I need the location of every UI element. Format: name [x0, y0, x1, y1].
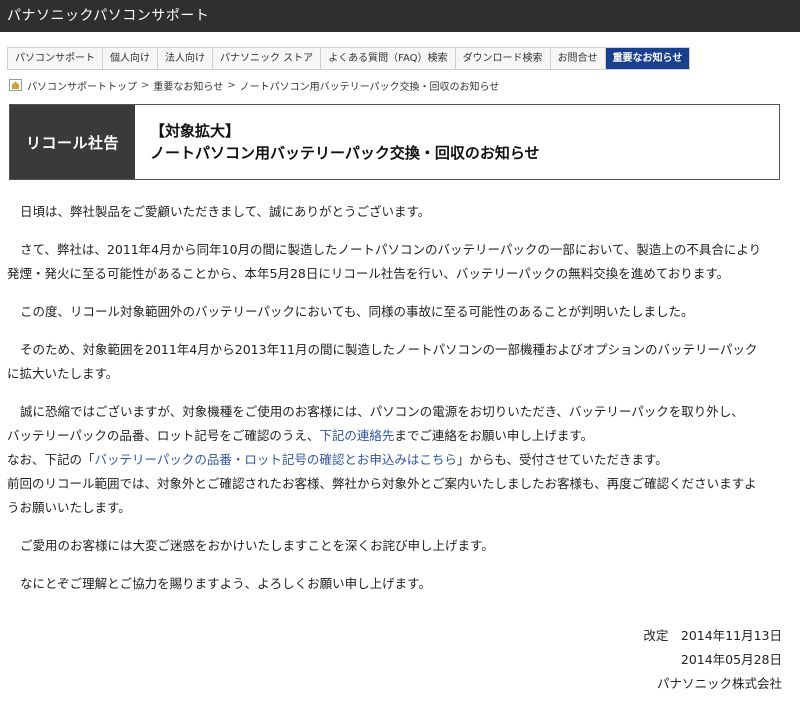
paragraph-greeting: 日頃は、弊社製品をご愛顧いただきまして、誠にありがとうございます。 [20, 204, 431, 219]
nav-item-pc-support[interactable]: パソコンサポート [8, 48, 103, 69]
breadcrumb-separator: > [227, 79, 236, 91]
paragraph-background: さて、弊社は、2011年4月から同年10月の間に製造したノートパソコンのバッテリ… [7, 242, 762, 281]
nav-item-contact[interactable]: お問合せ [551, 48, 606, 69]
home-icon [9, 79, 22, 91]
nav-item-important-notice[interactable]: 重要なお知らせ [605, 48, 690, 69]
paragraph-scope: そのため、対象範囲を2011年4月から2013年11月の間に製造したノートパソコ… [7, 342, 758, 381]
breadcrumb-separator: > [141, 79, 150, 91]
nav-item-business[interactable]: 法人向け [158, 48, 213, 69]
breadcrumb-item-support-top[interactable]: パソコンサポートトップ [27, 78, 137, 93]
site-header: パナソニックパソコンサポート [0, 0, 800, 32]
revised-date: 改定 2014年11月13日 [643, 628, 782, 643]
site-title: パナソニックパソコンサポート [7, 8, 210, 24]
nav-item-faq-search[interactable]: よくある質問（FAQ）検索 [321, 48, 456, 69]
nav-item-download-search[interactable]: ダウンロード検索 [456, 48, 551, 69]
nav-item-personal[interactable]: 個人向け [103, 48, 158, 69]
banner-title-tag: 【対象拡大】 [150, 122, 241, 140]
global-nav: パソコンサポート 個人向け 法人向け パナソニック ストア よくある質問（FAQ… [7, 47, 691, 70]
paragraph-request: 誠に恐縮ではございますが、対象機種をご使用のお客様には、パソコンの電源をお切りい… [7, 404, 757, 515]
recall-label: リコール社告 [10, 105, 135, 179]
signature-block: 改定 2014年11月13日 2014年05月28日 パナソニック株式会社 [643, 624, 782, 696]
paragraph-finding: この度、リコール対象範囲外のバッテリーパックにおいても、同様の事故に至る可能性の… [20, 304, 694, 319]
notice-body: 日頃は、弊社製品をご愛顧いただきまして、誠にありがとうございます。 さて、弊社は… [7, 200, 793, 596]
page-title: ノートパソコン用バッテリーパック交換・回収のお知らせ [150, 144, 540, 162]
breadcrumb-item-current: ノートパソコン用バッテリーパック交換・回収のお知らせ [239, 81, 500, 93]
company-name: パナソニック株式会社 [656, 676, 782, 691]
publish-date: 2014年05月28日 [680, 652, 782, 667]
banner-title-block: 【対象拡大】 ノートパソコン用バッテリーパック交換・回収のお知らせ [135, 105, 540, 179]
recall-banner: リコール社告 【対象拡大】 ノートパソコン用バッテリーパック交換・回収のお知らせ [9, 104, 780, 180]
contact-link[interactable]: 下記の連絡先 [319, 428, 394, 443]
paragraph-closing: なにとぞご理解とご協力を賜りますよう、よろしくお願い申し上げます。 [20, 576, 431, 591]
nav-item-store[interactable]: パナソニック ストア [213, 48, 322, 69]
paragraph-apology: ご愛用のお客様には大変ご迷惑をおかけいたしますことを深くお詫び申し上げます。 [20, 538, 494, 553]
breadcrumb-item-important-notice[interactable]: 重要なお知らせ [153, 78, 223, 93]
breadcrumb: パソコンサポートトップ > 重要なお知らせ > ノートパソコン用バッテリーパック… [9, 78, 500, 93]
battery-check-link[interactable]: バッテリーパックの品番・ロット記号の確認とお申込みはこちら [95, 452, 457, 467]
